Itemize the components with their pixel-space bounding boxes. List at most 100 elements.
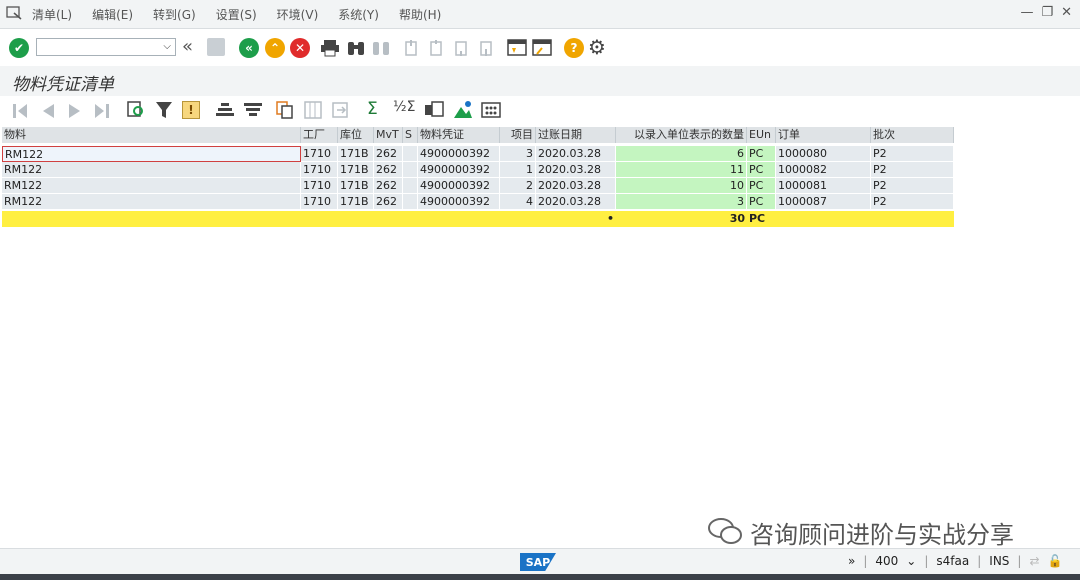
cell-batch[interactable]: P2	[871, 146, 954, 162]
graphic-icon[interactable]	[453, 100, 473, 120]
cell-postdate[interactable]: 2020.03.28	[536, 146, 616, 162]
cell-eun[interactable]: PC	[747, 146, 776, 162]
cell-order[interactable]: 1000081	[776, 178, 871, 194]
first-row-icon[interactable]	[12, 102, 28, 120]
cell-doc[interactable]: 4900000392	[418, 194, 500, 210]
cell-plant[interactable]: 1710	[301, 146, 338, 162]
cell-mvt[interactable]: 262	[374, 178, 403, 194]
total-row[interactable]: • 30 PC	[2, 211, 954, 227]
col-header-s[interactable]: S	[403, 127, 418, 143]
cell-doc[interactable]: 4900000392	[418, 162, 500, 178]
col-header-batch[interactable]: 批次	[871, 127, 954, 143]
cell-item[interactable]: 2	[500, 178, 536, 194]
cell-material[interactable]: RM122	[2, 146, 301, 162]
menu-settings[interactable]: 设置(S)	[216, 6, 257, 23]
find-icon[interactable]	[346, 39, 366, 57]
cell-material[interactable]: RM122	[2, 194, 301, 210]
total-eun[interactable]: PC	[747, 211, 776, 227]
previous-row-icon[interactable]	[40, 102, 56, 120]
chevron-down-icon[interactable]: ⌄	[906, 554, 916, 568]
command-field[interactable]: ⌵	[36, 38, 176, 56]
table-row[interactable]: RM122 1710 171B 262 4900000392 3 2020.03…	[2, 146, 954, 162]
enter-check-icon[interactable]: ✔	[9, 38, 29, 58]
cell-s[interactable]	[403, 146, 418, 162]
cell-item[interactable]: 4	[500, 194, 536, 210]
table-row[interactable]: RM122 1710 171B 262 4900000392 1 2020.03…	[2, 162, 954, 178]
menu-help[interactable]: 帮助(H)	[399, 6, 441, 23]
cell-mvt[interactable]: 262	[374, 162, 403, 178]
total-qty[interactable]: 30	[616, 211, 747, 227]
exception-icon[interactable]: !	[182, 101, 200, 119]
cell-order[interactable]: 1000082	[776, 162, 871, 178]
cell-plant[interactable]: 1710	[301, 178, 338, 194]
cell-s[interactable]	[403, 178, 418, 194]
cell-s[interactable]	[403, 194, 418, 210]
next-page-icon[interactable]	[452, 39, 470, 57]
table-row[interactable]: RM122 1710 171B 262 4900000392 2 2020.03…	[2, 178, 954, 194]
help-icon[interactable]: ?	[564, 38, 584, 58]
col-header-eun[interactable]: EUn	[747, 127, 776, 143]
export-icon[interactable]	[332, 101, 350, 119]
col-header-sloc[interactable]: 库位	[338, 127, 374, 143]
detail-icon[interactable]	[127, 101, 145, 119]
save-icon[interactable]	[207, 38, 225, 56]
cell-mvt[interactable]: 262	[374, 194, 403, 210]
print-icon[interactable]	[320, 39, 340, 57]
chevron-down-icon[interactable]: ⌵	[163, 41, 171, 52]
cell-qty[interactable]: 11	[616, 162, 747, 178]
previous-page-icon[interactable]	[427, 39, 445, 57]
cell-s[interactable]	[403, 162, 418, 178]
menu-goto[interactable]: 转到(G)	[153, 6, 196, 23]
col-header-qty[interactable]: 以录入单位表示的数量	[616, 127, 747, 143]
cell-sloc[interactable]: 171B	[338, 146, 374, 162]
cell-eun[interactable]: PC	[747, 162, 776, 178]
shortcut-icon[interactable]	[532, 38, 552, 58]
cell-plant[interactable]: 1710	[301, 162, 338, 178]
copy-icon[interactable]	[276, 101, 294, 119]
cell-postdate[interactable]: 2020.03.28	[536, 162, 616, 178]
cell-order[interactable]: 1000080	[776, 146, 871, 162]
system-menu-icon[interactable]	[6, 6, 22, 20]
restore-icon[interactable]: ❐	[1041, 5, 1053, 20]
last-page-icon[interactable]	[477, 39, 495, 57]
col-header-material[interactable]: 物料	[2, 127, 301, 143]
col-header-postdate[interactable]: 过账日期	[536, 127, 616, 143]
col-header-mvt[interactable]: MvT	[374, 127, 403, 143]
cell-material[interactable]: RM122	[2, 178, 301, 194]
cell-item[interactable]: 1	[500, 162, 536, 178]
first-page-icon[interactable]	[402, 39, 420, 57]
cell-eun[interactable]: PC	[747, 178, 776, 194]
cell-batch[interactable]: P2	[871, 178, 954, 194]
exit-icon[interactable]: ⌃	[265, 38, 285, 58]
layout-icon[interactable]	[304, 101, 322, 119]
cell-sloc[interactable]: 171B	[338, 194, 374, 210]
menu-list[interactable]: 清单(L)	[32, 6, 72, 23]
status-expand[interactable]: »	[848, 554, 855, 568]
filter-icon[interactable]	[155, 101, 173, 119]
menu-edit[interactable]: 编辑(E)	[92, 6, 133, 23]
cell-material[interactable]: RM122	[2, 162, 301, 178]
collapse-double-left-icon[interactable]: «	[182, 36, 193, 57]
lock-icon[interactable]: 🔓	[1048, 554, 1063, 568]
table-row[interactable]: RM122 1710 171B 262 4900000392 4 2020.03…	[2, 194, 954, 210]
close-window-icon[interactable]: ✕	[1061, 5, 1072, 20]
cell-qty[interactable]: 6	[616, 146, 747, 162]
abc-analysis-icon[interactable]	[481, 101, 501, 119]
gear-icon[interactable]: ⚙	[588, 35, 606, 59]
print-preview-icon[interactable]	[424, 101, 444, 119]
menu-environment[interactable]: 环境(V)	[277, 6, 319, 23]
cell-item[interactable]: 3	[500, 146, 536, 162]
cancel-icon[interactable]: ✕	[290, 38, 310, 58]
status-client[interactable]: 400	[875, 554, 898, 568]
back-icon[interactable]: «	[239, 38, 259, 58]
col-header-plant[interactable]: 工厂	[301, 127, 338, 143]
next-row-icon[interactable]	[67, 102, 83, 120]
cell-qty[interactable]: 10	[616, 178, 747, 194]
cell-qty[interactable]: 3	[616, 194, 747, 210]
cell-batch[interactable]: P2	[871, 162, 954, 178]
cell-sloc[interactable]: 171B	[338, 162, 374, 178]
cell-order[interactable]: 1000087	[776, 194, 871, 210]
cell-postdate[interactable]: 2020.03.28	[536, 194, 616, 210]
col-header-order[interactable]: 订单	[776, 127, 871, 143]
subtotal-icon[interactable]: ½Σ	[393, 99, 415, 115]
